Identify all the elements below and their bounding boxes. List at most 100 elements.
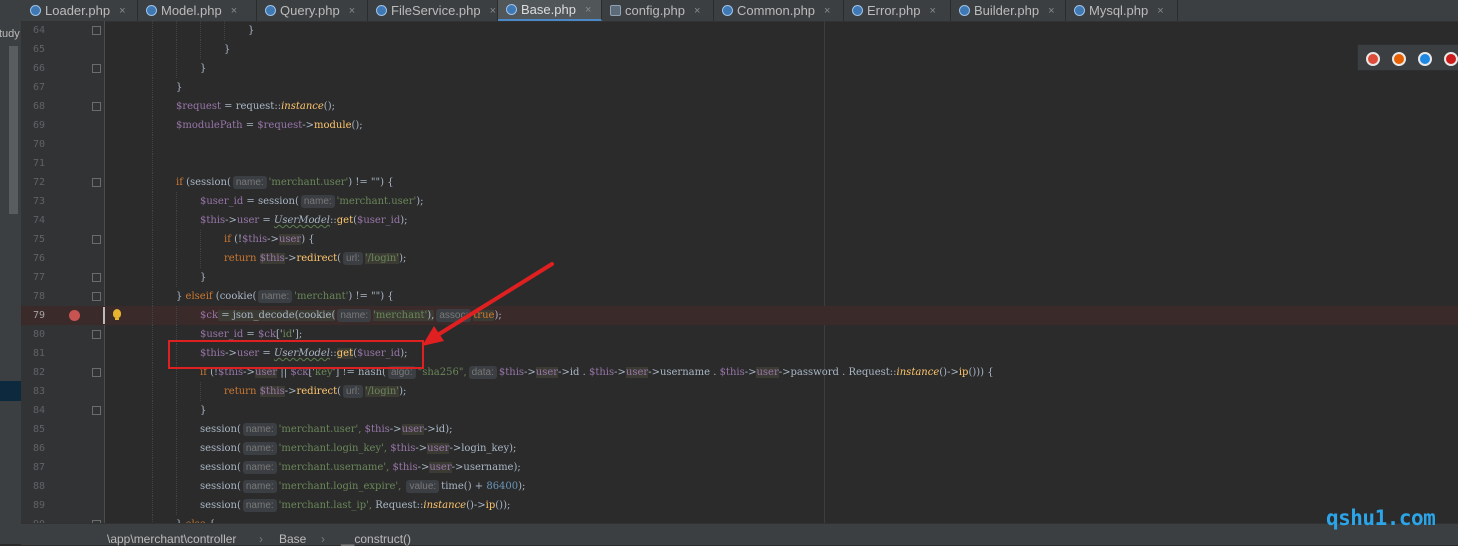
- line-number[interactable]: 74: [21, 213, 45, 228]
- code-line[interactable]: 83 return $this->redirect(url: '/login');: [21, 382, 1458, 401]
- fold-marker-icon[interactable]: [92, 235, 101, 244]
- code-line[interactable]: 65}: [21, 40, 1458, 59]
- line-number[interactable]: 68: [21, 99, 45, 114]
- tab-close-icon[interactable]: ×: [694, 5, 700, 17]
- line-number[interactable]: 73: [21, 194, 45, 209]
- tab-close-icon[interactable]: ×: [1157, 5, 1163, 17]
- tab-close-icon[interactable]: ×: [929, 5, 935, 17]
- code-token: (: [337, 386, 342, 397]
- fold-marker-icon[interactable]: [92, 102, 101, 111]
- code-line[interactable]: 84}: [21, 401, 1458, 420]
- opera-icon[interactable]: [1444, 52, 1458, 66]
- line-number[interactable]: 81: [21, 346, 45, 361]
- fold-marker-icon[interactable]: [92, 273, 101, 282]
- line-number[interactable]: 70: [21, 137, 45, 152]
- line-number[interactable]: 69: [21, 118, 45, 133]
- safari-icon[interactable]: [1418, 52, 1432, 66]
- line-number[interactable]: 77: [21, 270, 45, 285]
- code-line[interactable]: 78} elseif (cookie(name:'merchant') != "…: [21, 287, 1458, 306]
- line-number[interactable]: 67: [21, 80, 45, 95]
- tab-close-icon[interactable]: ×: [349, 5, 355, 17]
- tab-close-icon[interactable]: ×: [824, 5, 830, 17]
- code-line[interactable]: 67}: [21, 78, 1458, 97]
- code-line[interactable]: 79 $ck = json_decode(cookie(name:'merchan…: [21, 306, 1458, 325]
- project-scrollbar[interactable]: [9, 46, 18, 214]
- tab-close-icon[interactable]: ×: [1048, 5, 1054, 17]
- line-number[interactable]: 80: [21, 327, 45, 342]
- tab-mysql-php[interactable]: Mysql.php ×: [1066, 0, 1178, 21]
- intention-bulb-base: [115, 318, 119, 320]
- code-line[interactable]: 68 $request = request::instance();: [21, 97, 1458, 116]
- code-line[interactable]: 90} else {: [21, 515, 1458, 523]
- line-number[interactable]: 79: [21, 308, 45, 323]
- code-line[interactable]: 66}: [21, 59, 1458, 78]
- code-line[interactable]: 74 $this->user = UserModel::get($user_id)…: [21, 211, 1458, 230]
- intention-bulb-icon[interactable]: [113, 309, 121, 318]
- indent-guide: [152, 230, 153, 249]
- code-line[interactable]: 69 $modulePath = $request->module();: [21, 116, 1458, 135]
- code-line[interactable]: 64}: [21, 21, 1458, 40]
- code-line[interactable]: 89 session(name:'merchant.last_ip', Reque…: [21, 496, 1458, 515]
- fold-marker-icon[interactable]: [92, 26, 101, 35]
- code-line[interactable]: 77}: [21, 268, 1458, 287]
- firefox-icon[interactable]: [1392, 52, 1406, 66]
- tab-close-icon[interactable]: ×: [585, 4, 591, 16]
- tab-base-php[interactable]: Base.php ×: [498, 0, 602, 21]
- line-number[interactable]: 86: [21, 441, 45, 456]
- tab-query-php[interactable]: Query.php ×: [257, 0, 368, 21]
- line-number[interactable]: 76: [21, 251, 45, 266]
- tab-loader-php[interactable]: Loader.php ×: [22, 0, 138, 21]
- code-token: elseif: [185, 291, 213, 302]
- code-line[interactable]: 71: [21, 154, 1458, 173]
- tab-close-icon[interactable]: ×: [119, 5, 125, 17]
- fold-marker-icon[interactable]: [92, 406, 101, 415]
- line-number[interactable]: 88: [21, 479, 45, 494]
- tab-common-php[interactable]: Common.php ×: [714, 0, 844, 21]
- line-number[interactable]: 83: [21, 384, 45, 399]
- line-number[interactable]: 87: [21, 460, 45, 475]
- code-editor[interactable]: 64} 65} 66} 67} 68 $request = request::instan…: [21, 21, 1458, 523]
- project-selected-row[interactable]: [0, 381, 21, 401]
- line-number[interactable]: 65: [21, 42, 45, 57]
- code-line[interactable]: 72 if (session(name:'merchant.user') != "…: [21, 173, 1458, 192]
- parameter-hint: name:: [300, 195, 335, 208]
- chrome-icon[interactable]: [1366, 52, 1380, 66]
- line-number[interactable]: 78: [21, 289, 45, 304]
- tab-close-icon[interactable]: ×: [231, 5, 237, 17]
- line-number[interactable]: 71: [21, 156, 45, 171]
- tab-error-php[interactable]: Error.php ×: [844, 0, 951, 21]
- fold-marker-icon[interactable]: [92, 292, 101, 301]
- fold-marker-icon[interactable]: [92, 64, 101, 73]
- line-number[interactable]: 75: [21, 232, 45, 247]
- tab-fileservice-php[interactable]: FileService.php ×: [368, 0, 498, 21]
- code-token: ->: [389, 424, 402, 435]
- code-line[interactable]: 75 if (!$this->user) {: [21, 230, 1458, 249]
- line-number[interactable]: 82: [21, 365, 45, 380]
- code-line[interactable]: 87 session(name:'merchant.username', $thi…: [21, 458, 1458, 477]
- code-line[interactable]: 70: [21, 135, 1458, 154]
- code-token: user: [401, 424, 424, 435]
- line-number[interactable]: 85: [21, 422, 45, 437]
- code-line[interactable]: 88 session(name:'merchant.login_expire', …: [21, 477, 1458, 496]
- line-number[interactable]: 89: [21, 498, 45, 513]
- code-line[interactable]: 85 session(name:'merchant.user', $this->u…: [21, 420, 1458, 439]
- code-line[interactable]: 76 return $this->redirect(url: '/login');: [21, 249, 1458, 268]
- tab-builder-php[interactable]: Builder.php ×: [951, 0, 1066, 21]
- fold-marker-icon[interactable]: [92, 178, 101, 187]
- indent-guide: [176, 59, 177, 78]
- line-number[interactable]: 84: [21, 403, 45, 418]
- code-token: session(: [200, 481, 241, 492]
- fold-marker-icon[interactable]: [92, 368, 101, 377]
- tab-config-php[interactable]: config.php ×: [602, 0, 714, 21]
- tab-model-php[interactable]: Model.php ×: [138, 0, 257, 21]
- code-line[interactable]: 86 session(name:'merchant.login_key', $th…: [21, 439, 1458, 458]
- parameter-hint: data:: [468, 366, 497, 379]
- indent-guide: [152, 344, 153, 363]
- tab-close-icon[interactable]: ×: [490, 5, 496, 17]
- code-line[interactable]: 73 $user_id = session(name:'merchant.user…: [21, 192, 1458, 211]
- line-number[interactable]: 64: [21, 23, 45, 38]
- line-number[interactable]: 66: [21, 61, 45, 76]
- line-number[interactable]: 72: [21, 175, 45, 190]
- breakpoint-icon[interactable]: [69, 310, 80, 321]
- fold-marker-icon[interactable]: [92, 330, 101, 339]
